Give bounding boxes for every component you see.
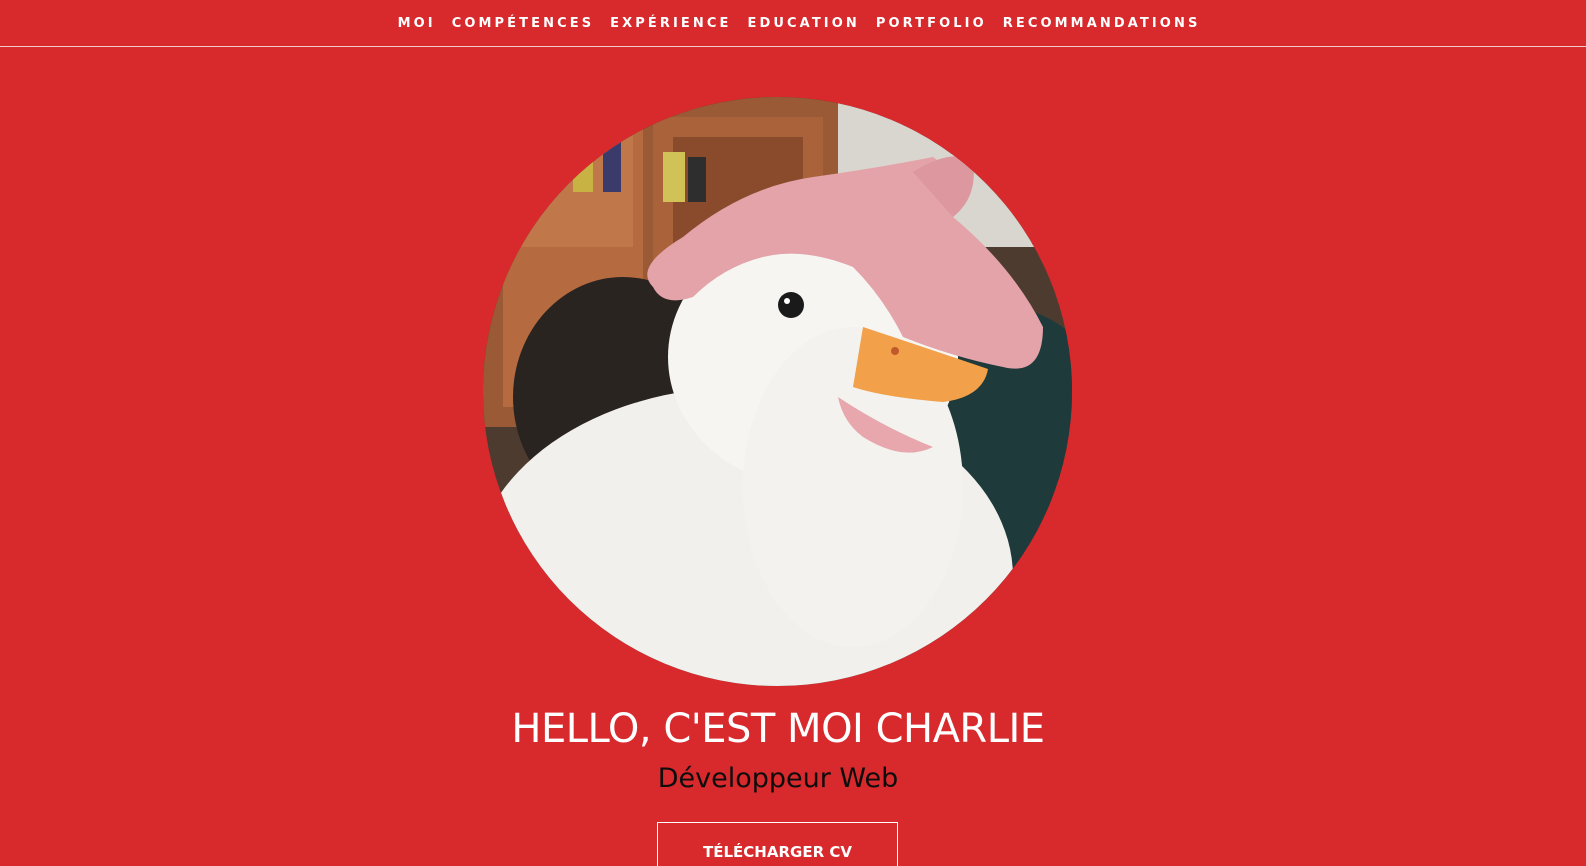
page: MOI COMPÉTENCES EXPÉRIENCE EDUCATION POR… xyxy=(0,0,1586,866)
hero-title: HELLO, C'EST MOI CHARLIE xyxy=(511,706,1045,752)
nav-menu: MOI COMPÉTENCES EXPÉRIENCE EDUCATION POR… xyxy=(398,0,1201,47)
download-cv-button[interactable]: TÉLÉCHARGER CV xyxy=(657,822,898,866)
nav-item-portfolio[interactable]: PORTFOLIO xyxy=(876,0,987,47)
nav-item-moi[interactable]: MOI xyxy=(398,0,436,47)
top-navbar: MOI COMPÉTENCES EXPÉRIENCE EDUCATION POR… xyxy=(0,0,1586,47)
hero-subtitle: Développeur Web xyxy=(657,763,899,794)
nav-item-recommandations[interactable]: RECOMMANDATIONS xyxy=(1003,0,1201,47)
nav-item-education[interactable]: EDUCATION xyxy=(748,0,860,47)
nav-item-competences[interactable]: COMPÉTENCES xyxy=(452,0,594,47)
duck-photo-illustration xyxy=(483,97,1072,686)
profile-avatar xyxy=(483,97,1072,686)
nav-item-experience[interactable]: EXPÉRIENCE xyxy=(610,0,731,47)
